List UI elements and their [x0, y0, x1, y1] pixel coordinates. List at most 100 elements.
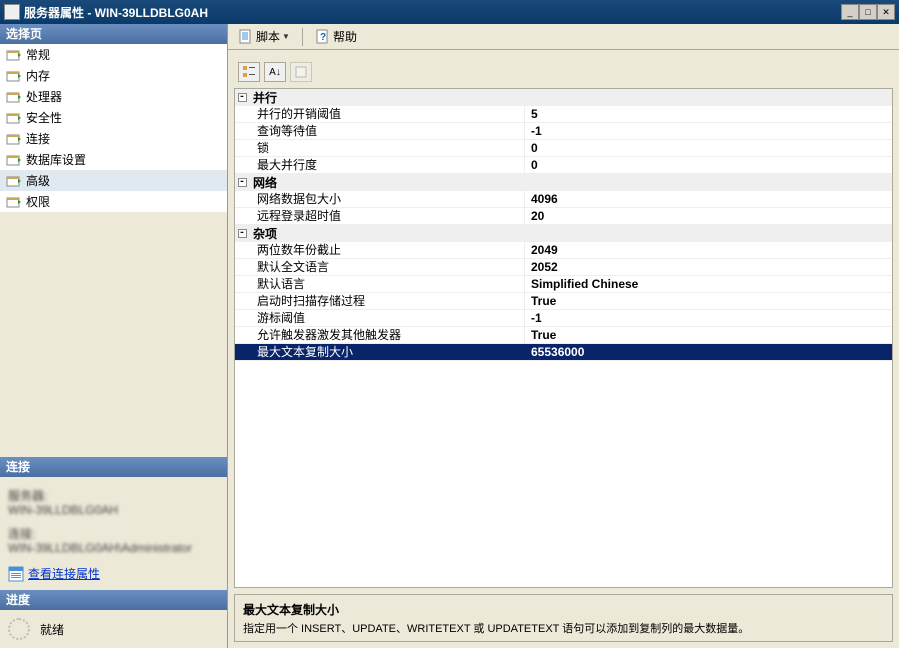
- progress-text: 就绪: [40, 621, 64, 638]
- script-label: 脚本: [256, 28, 280, 45]
- view-connection-properties-link[interactable]: 查看连接属性: [8, 565, 219, 582]
- property-value[interactable]: Simplified Chinese: [525, 276, 892, 292]
- nav-item-label: 高级: [26, 172, 50, 189]
- progress-header: 进度: [0, 590, 227, 610]
- connection-section: 服务器: WIN-39LLDBLG0AH 连接: WIN-39LLDBLG0AH…: [0, 477, 227, 590]
- property-row[interactable]: 查询等待值-1: [235, 123, 892, 140]
- description-box: 最大文本复制大小 指定用一个 INSERT、UPDATE、WRITETEXT 或…: [234, 594, 893, 642]
- page-icon: [6, 153, 22, 167]
- nav-item[interactable]: 高级: [0, 170, 227, 191]
- collapse-toggle[interactable]: -: [235, 89, 249, 106]
- property-row[interactable]: 启动时扫描存储过程True: [235, 293, 892, 310]
- server-label: 服务器:: [8, 489, 219, 503]
- help-icon: ?: [315, 29, 331, 45]
- maximize-button[interactable]: □: [859, 4, 877, 20]
- property-row[interactable]: 默认全文语言2052: [235, 259, 892, 276]
- property-category[interactable]: -网络: [235, 174, 892, 191]
- sort-icon: A↓: [269, 67, 281, 78]
- property-value[interactable]: 0: [525, 140, 892, 156]
- property-grid[interactable]: -并行并行的开销阈值5查询等待值-1锁0最大并行度0-网络网络数据包大小4096…: [234, 88, 893, 588]
- description-text: 指定用一个 INSERT、UPDATE、WRITETEXT 或 UPDATETE…: [243, 620, 884, 636]
- minimize-button[interactable]: _: [841, 4, 859, 20]
- property-value[interactable]: 2052: [525, 259, 892, 275]
- page-icon: [6, 111, 22, 125]
- property-value[interactable]: 4096: [525, 191, 892, 207]
- property-label: 最大文本复制大小: [235, 344, 525, 360]
- property-category[interactable]: -并行: [235, 89, 892, 106]
- property-row[interactable]: 网络数据包大小4096: [235, 191, 892, 208]
- nav-item[interactable]: 权限: [0, 191, 227, 212]
- close-button[interactable]: ✕: [877, 4, 895, 20]
- property-row[interactable]: 远程登录超时值20: [235, 208, 892, 225]
- spacer: [0, 212, 227, 457]
- property-value[interactable]: 5: [525, 106, 892, 122]
- property-value[interactable]: True: [525, 327, 892, 343]
- property-value[interactable]: -1: [525, 123, 892, 139]
- main: 选择页 常规内存处理器安全性连接数据库设置高级权限 连接 服务器: WIN-39…: [0, 24, 899, 648]
- property-row[interactable]: 并行的开销阈值5: [235, 106, 892, 123]
- conn-info: 连接: WIN-39LLDBLG0AH\Administrator: [8, 527, 219, 555]
- left-panel: 选择页 常规内存处理器安全性连接数据库设置高级权限 连接 服务器: WIN-39…: [0, 24, 228, 648]
- property-row[interactable]: 默认语言Simplified Chinese: [235, 276, 892, 293]
- connection-header: 连接: [0, 457, 227, 477]
- nav-item-label: 处理器: [26, 88, 62, 105]
- nav-list: 常规内存处理器安全性连接数据库设置高级权限: [0, 44, 227, 212]
- property-row[interactable]: 两位数年份截止2049: [235, 242, 892, 259]
- nav-item-label: 常规: [26, 46, 50, 63]
- properties-icon: [8, 566, 24, 582]
- server-info: 服务器: WIN-39LLDBLG0AH: [8, 489, 219, 517]
- property-value[interactable]: 2049: [525, 242, 892, 258]
- property-row[interactable]: 允许触发器激发其他触发器True: [235, 327, 892, 344]
- nav-item[interactable]: 处理器: [0, 86, 227, 107]
- progress-section: 就绪: [0, 610, 227, 648]
- help-button[interactable]: ? 帮助: [311, 27, 361, 46]
- window-title: 服务器属性 - WIN-39LLDBLG0AH: [24, 4, 841, 21]
- window-icon: [4, 4, 20, 20]
- property-value[interactable]: 65536000: [525, 344, 892, 360]
- conn-value: WIN-39LLDBLG0AH\Administrator: [8, 541, 219, 555]
- category-label: 并行: [249, 89, 277, 106]
- pages-icon: [294, 65, 308, 79]
- property-row[interactable]: 最大并行度0: [235, 157, 892, 174]
- property-value[interactable]: 0: [525, 157, 892, 173]
- nav-item[interactable]: 连接: [0, 128, 227, 149]
- nav-item-label: 权限: [26, 193, 50, 210]
- categorized-button[interactable]: [238, 62, 260, 82]
- page-icon: [6, 69, 22, 83]
- property-row[interactable]: 游标阈值-1: [235, 310, 892, 327]
- property-row[interactable]: 锁0: [235, 140, 892, 157]
- property-value[interactable]: True: [525, 293, 892, 309]
- collapse-toggle[interactable]: -: [235, 225, 249, 242]
- nav-item-label: 安全性: [26, 109, 62, 126]
- script-button[interactable]: 脚本 ▼: [234, 27, 294, 46]
- nav-item[interactable]: 常规: [0, 44, 227, 65]
- nav-item[interactable]: 安全性: [0, 107, 227, 128]
- property-value[interactable]: 20: [525, 208, 892, 224]
- property-category[interactable]: -杂项: [235, 225, 892, 242]
- property-label: 启动时扫描存储过程: [235, 293, 525, 309]
- description-title: 最大文本复制大小: [243, 601, 884, 618]
- property-value[interactable]: -1: [525, 310, 892, 326]
- property-label: 并行的开销阈值: [235, 106, 525, 122]
- select-page-header: 选择页: [0, 24, 227, 44]
- spinner-icon: [8, 618, 30, 640]
- category-label: 网络: [249, 174, 277, 191]
- collapse-toggle[interactable]: -: [235, 174, 249, 191]
- nav-item-label: 连接: [26, 130, 50, 147]
- property-label: 网络数据包大小: [235, 191, 525, 207]
- nav-item-label: 内存: [26, 67, 50, 84]
- page-icon: [6, 90, 22, 104]
- property-label: 允许触发器激发其他触发器: [235, 327, 525, 343]
- nav-item-label: 数据库设置: [26, 151, 86, 168]
- page-icon: [6, 132, 22, 146]
- svg-text:?: ?: [320, 32, 326, 43]
- alphabetical-button[interactable]: A↓: [264, 62, 286, 82]
- property-pages-button[interactable]: [290, 62, 312, 82]
- toolbar: 脚本 ▼ ? 帮助: [228, 24, 899, 50]
- property-label: 两位数年份截止: [235, 242, 525, 258]
- nav-item[interactable]: 数据库设置: [0, 149, 227, 170]
- property-row[interactable]: 最大文本复制大小65536000: [235, 344, 892, 361]
- nav-item[interactable]: 内存: [0, 65, 227, 86]
- right-panel: 脚本 ▼ ? 帮助 A↓ -并行并行的开销阈值5查询等待值-1锁: [228, 24, 899, 648]
- grid-tools: A↓: [234, 62, 893, 82]
